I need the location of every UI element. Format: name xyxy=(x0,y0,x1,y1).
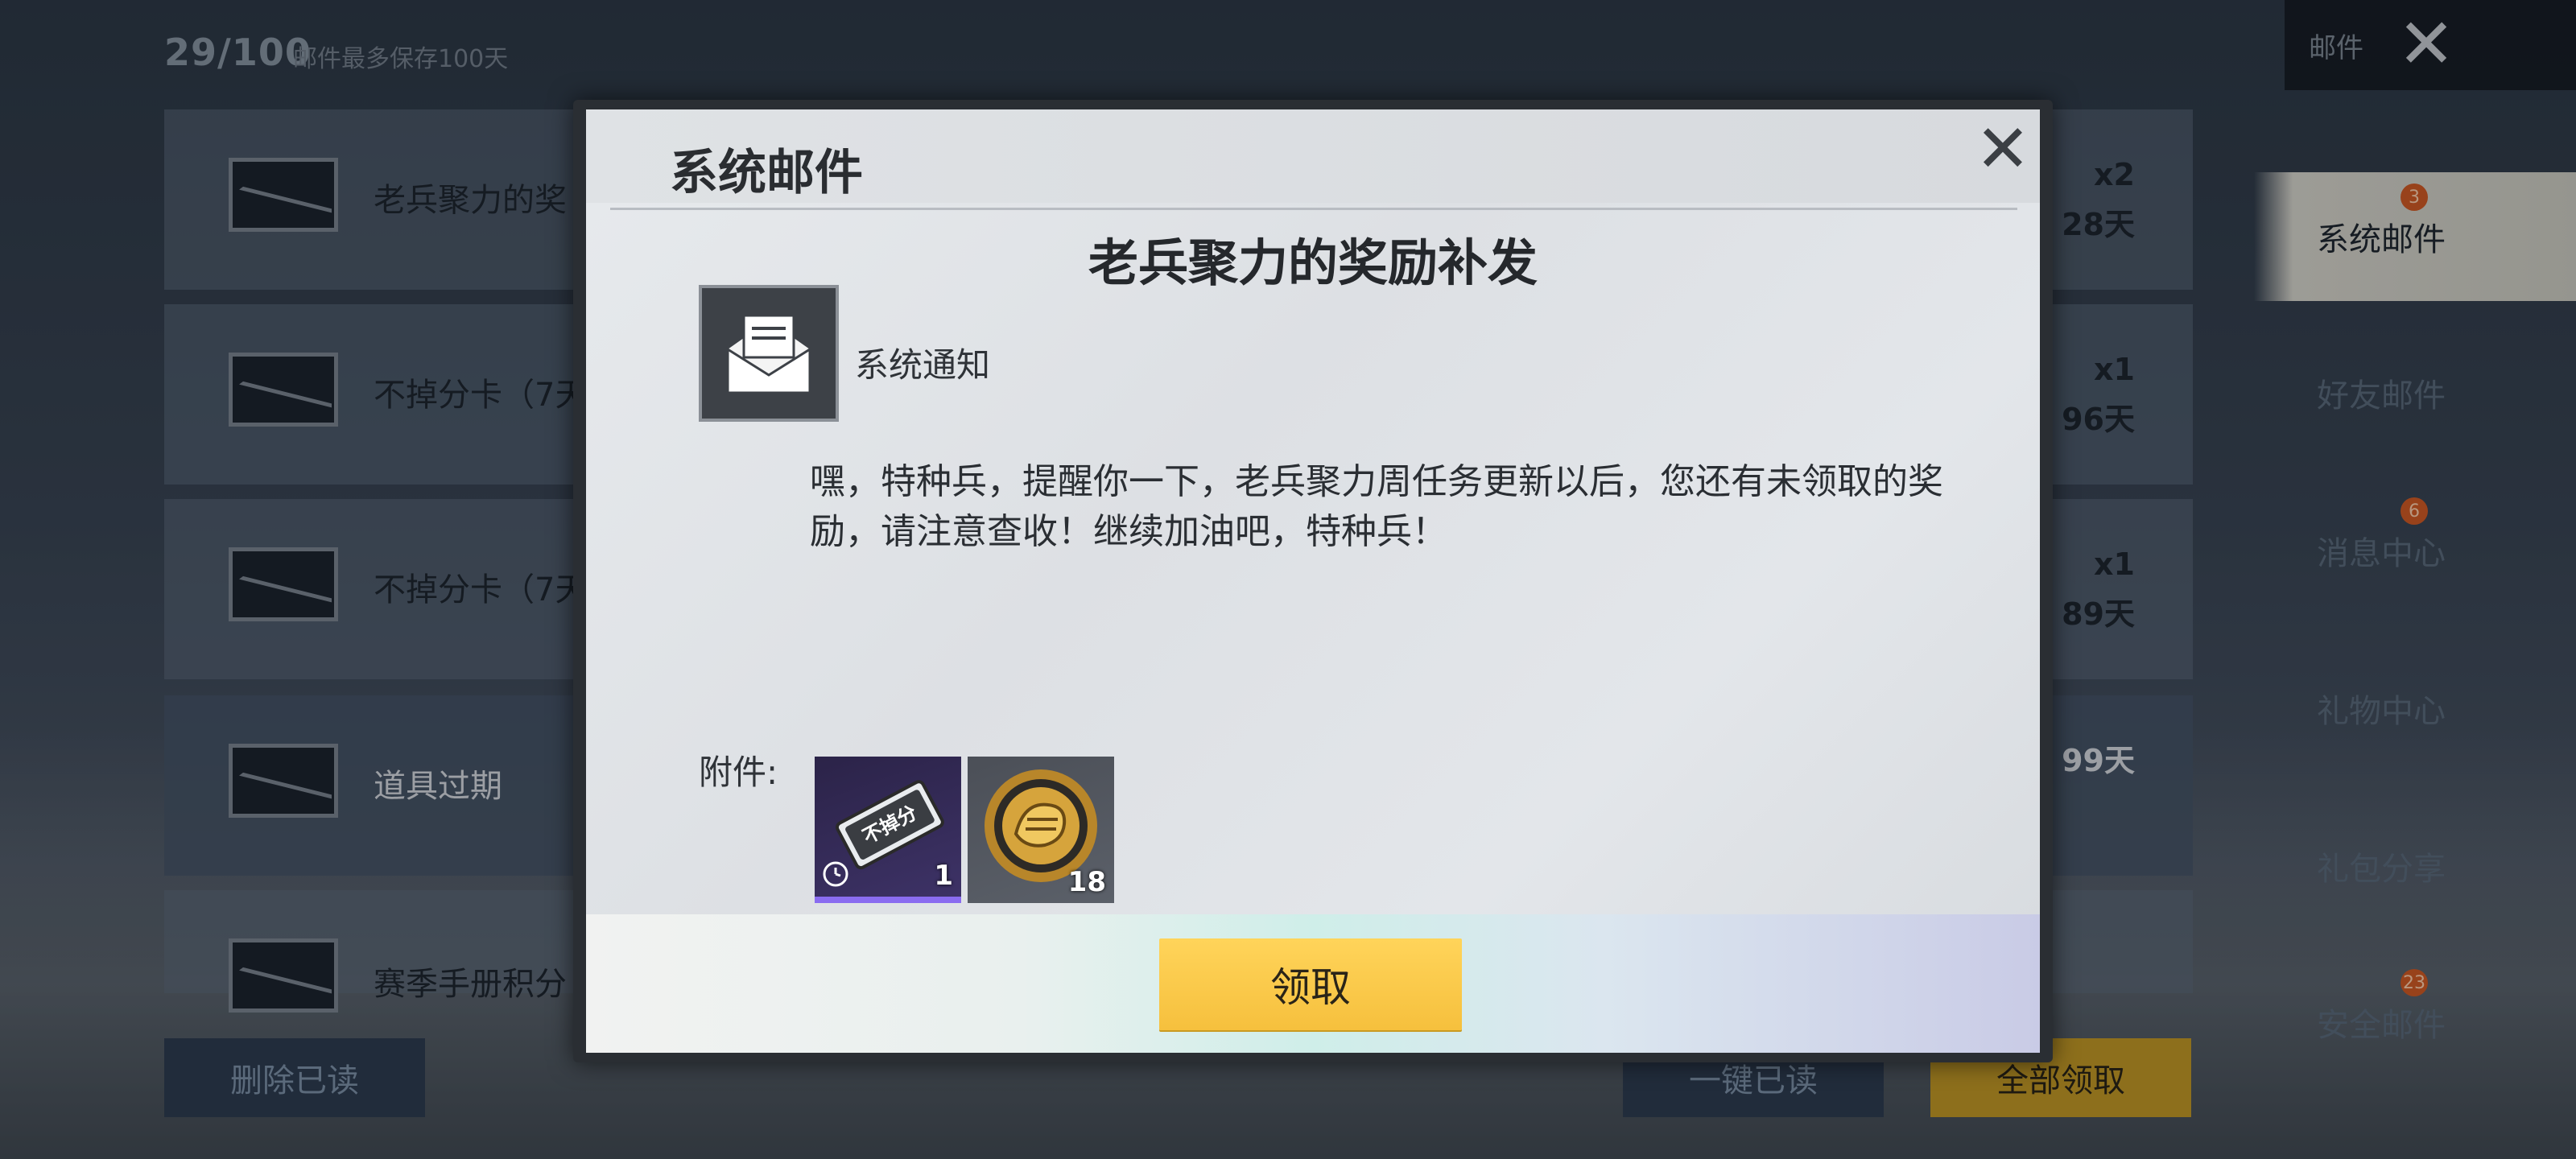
item-quantity: 1 xyxy=(934,860,953,892)
item-quantity: 18 xyxy=(1067,866,1106,898)
mail-detail-dialog: 系统邮件 ✕ 老兵聚力的奖励补发 系统通知 嘿，特种兵，提醒你一下，老兵聚力周任… xyxy=(573,100,2053,1062)
sender-name: 系统通知 xyxy=(855,345,991,385)
open-mail-icon xyxy=(726,314,811,394)
claim-button[interactable]: 领取 xyxy=(1159,938,1462,1030)
dialog-title: 系统邮件 xyxy=(670,145,863,201)
attachment-label: 附件: xyxy=(699,753,778,792)
mail-subject: 老兵聚力的奖励补发 xyxy=(1088,233,1538,292)
dialog-footer: 领取 xyxy=(586,914,2040,1053)
mail-body: 嘿，特种兵，提醒你一下，老兵聚力周任务更新以后，您还有未领取的奖励，请注意查收！… xyxy=(810,461,1943,552)
attachment-item[interactable]: 18 xyxy=(968,757,1114,903)
attachment-item[interactable]: 不掉分 1 xyxy=(815,757,961,903)
divider xyxy=(610,208,2017,210)
close-icon[interactable]: ✕ xyxy=(1971,117,2035,183)
sender-avatar xyxy=(699,285,839,422)
dialog-header: 系统邮件 ✕ xyxy=(586,109,2040,203)
